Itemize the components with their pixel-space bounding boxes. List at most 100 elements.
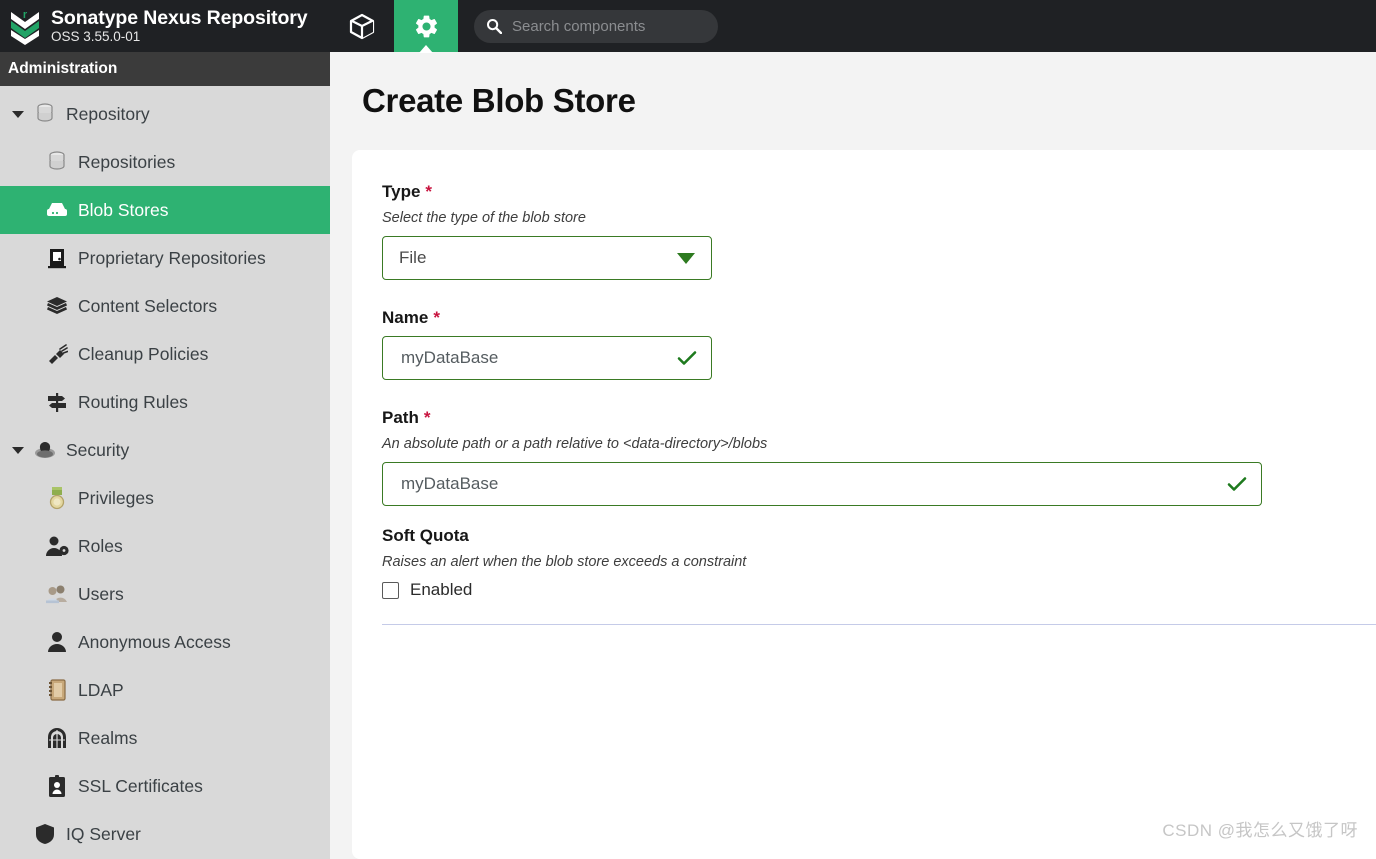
shield-user-icon (32, 438, 58, 462)
blob-store-name-input[interactable] (399, 347, 677, 369)
sidebar-item-label: Routing Rules (78, 391, 188, 412)
sidebar-item-label: Users (78, 583, 124, 604)
sidebar-item-label: Repositories (78, 151, 176, 172)
soft-quota-enabled-label: Enabled (410, 580, 473, 599)
sidebar-item-roles[interactable]: Roles (0, 522, 330, 570)
sidebar-item-blob-stores[interactable]: Blob Stores (0, 186, 330, 234)
soft-quota-enabled-row[interactable]: Enabled (382, 580, 1376, 600)
field-name: Name * (382, 308, 1376, 380)
id-badge-icon (44, 774, 70, 798)
address-book-icon (44, 678, 70, 702)
shield-icon (32, 822, 58, 846)
chevron-down-icon (677, 252, 695, 264)
sidebar-item-privileges[interactable]: Privileges (0, 474, 330, 522)
database-icon (32, 102, 58, 126)
person-icon (44, 630, 70, 654)
sidebar-item-label: Privileges (78, 487, 154, 508)
field-soft-quota-description: Raises an alert when the blob store exce… (382, 554, 747, 570)
broom-icon (44, 342, 70, 366)
field-name-required-mark: * (433, 308, 440, 327)
sidebar-nav-list: Repository Repositories Blob Stores Proprie… (0, 86, 330, 858)
search-box[interactable] (474, 9, 718, 43)
field-name-label-text: Name (382, 308, 429, 327)
signpost-icon (44, 390, 70, 414)
body-container: Administration Repository Repositories Blo… (0, 52, 1376, 859)
search-icon (486, 18, 502, 34)
sidebar-item-label: Anonymous Access (78, 631, 231, 652)
blob-store-path-field[interactable] (382, 462, 1262, 506)
gate-icon (44, 726, 70, 750)
sidebar-item-routing-rules[interactable]: Routing Rules (0, 378, 330, 426)
sidebar: Administration Repository Repositories Blo… (0, 52, 330, 859)
sidebar-item-label: Proprietary Repositories (78, 247, 266, 268)
sidebar-item-label: LDAP (78, 679, 124, 700)
field-path-description: An absolute path or a path relative to <… (382, 436, 768, 452)
sidebar-item-label: SSL Certificates (78, 775, 203, 796)
sonatype-chevron-logo-icon: r (8, 7, 42, 45)
blob-store-type-select[interactable]: File (382, 236, 712, 280)
sidebar-item-label: Realms (78, 727, 138, 748)
layers-icon (44, 294, 70, 318)
field-type-label: Type * (382, 182, 1376, 202)
svg-text:r: r (23, 9, 28, 21)
application-window: r Sonatype Nexus Repository OSS 3.55.0-0… (0, 0, 1376, 859)
sidebar-item-label: Repository (66, 103, 150, 124)
check-icon (677, 350, 697, 366)
app-title: Sonatype Nexus Repository (51, 7, 308, 29)
gear-icon (415, 15, 437, 37)
blobstore-icon (44, 198, 70, 222)
sidebar-item-content-selectors[interactable]: Content Selectors (0, 282, 330, 330)
cube-icon (349, 13, 375, 39)
top-header-bar: r Sonatype Nexus Repository OSS 3.55.0-0… (0, 0, 1376, 52)
top-nav (330, 0, 458, 52)
sidebar-item-repository[interactable]: Repository (0, 90, 330, 138)
field-path-label-text: Path (382, 408, 419, 427)
field-name-label: Name * (382, 308, 1376, 328)
field-type-description: Select the type of the blob store (382, 210, 586, 226)
field-path: Path * An absolute path or a path relati… (382, 408, 1376, 506)
sidebar-item-security[interactable]: Security (0, 426, 330, 474)
field-type-required-mark: * (425, 182, 433, 201)
sidebar-item-cleanup-policies[interactable]: Cleanup Policies (0, 330, 330, 378)
nav-administration-button[interactable] (394, 0, 458, 52)
blob-store-path-input[interactable] (399, 473, 1227, 495)
app-version: OSS 3.55.0-01 (51, 29, 141, 44)
sidebar-item-anonymous-access[interactable]: Anonymous Access (0, 618, 330, 666)
door-icon (44, 246, 70, 270)
field-type-label-text: Type (382, 182, 421, 201)
blob-store-name-field[interactable] (382, 336, 712, 380)
search-area (474, 0, 718, 52)
sidebar-item-repositories[interactable]: Repositories (0, 138, 330, 186)
chevron-down-icon[interactable] (10, 110, 26, 118)
field-path-required-mark: * (423, 408, 431, 427)
sidebar-item-iq-server[interactable]: IQ Server (0, 810, 330, 858)
check-icon (1227, 476, 1247, 492)
sidebar-item-realms[interactable]: Realms (0, 714, 330, 762)
page-title: Create Blob Store (362, 82, 636, 119)
nav-browse-button[interactable] (330, 0, 394, 52)
users-icon (44, 582, 70, 606)
medal-icon (44, 486, 70, 510)
user-tag-icon (44, 534, 70, 558)
field-type: Type * Select the type of the blob store… (382, 182, 1376, 280)
sidebar-item-label: Cleanup Policies (78, 343, 209, 364)
field-soft-quota-label-text: Soft Quota (382, 526, 469, 545)
sidebar-title: Administration (0, 52, 330, 86)
sidebar-item-label: Content Selectors (78, 295, 218, 316)
soft-quota-enabled-checkbox[interactable] (382, 581, 399, 599)
sidebar-item-proprietary-repositories[interactable]: Proprietary Repositories (0, 234, 330, 282)
brand-area[interactable]: r Sonatype Nexus Repository OSS 3.55.0-0… (0, 0, 330, 52)
database-icon (44, 150, 70, 174)
blob-store-type-selected-value: File (399, 248, 427, 267)
search-input[interactable] (510, 16, 706, 36)
brand-text: Sonatype Nexus Repository OSS 3.55.0-01 (51, 7, 308, 45)
sidebar-item-ldap[interactable]: LDAP (0, 666, 330, 714)
chevron-down-icon[interactable] (10, 446, 26, 454)
sidebar-item-label: Security (66, 439, 130, 460)
form-divider (382, 624, 1376, 625)
sidebar-item-label: IQ Server (66, 823, 141, 844)
sidebar-item-users[interactable]: Users (0, 570, 330, 618)
sidebar-item-ssl-certificates[interactable]: SSL Certificates (0, 762, 330, 810)
create-blob-store-form-card: Type * Select the type of the blob store… (352, 150, 1376, 859)
